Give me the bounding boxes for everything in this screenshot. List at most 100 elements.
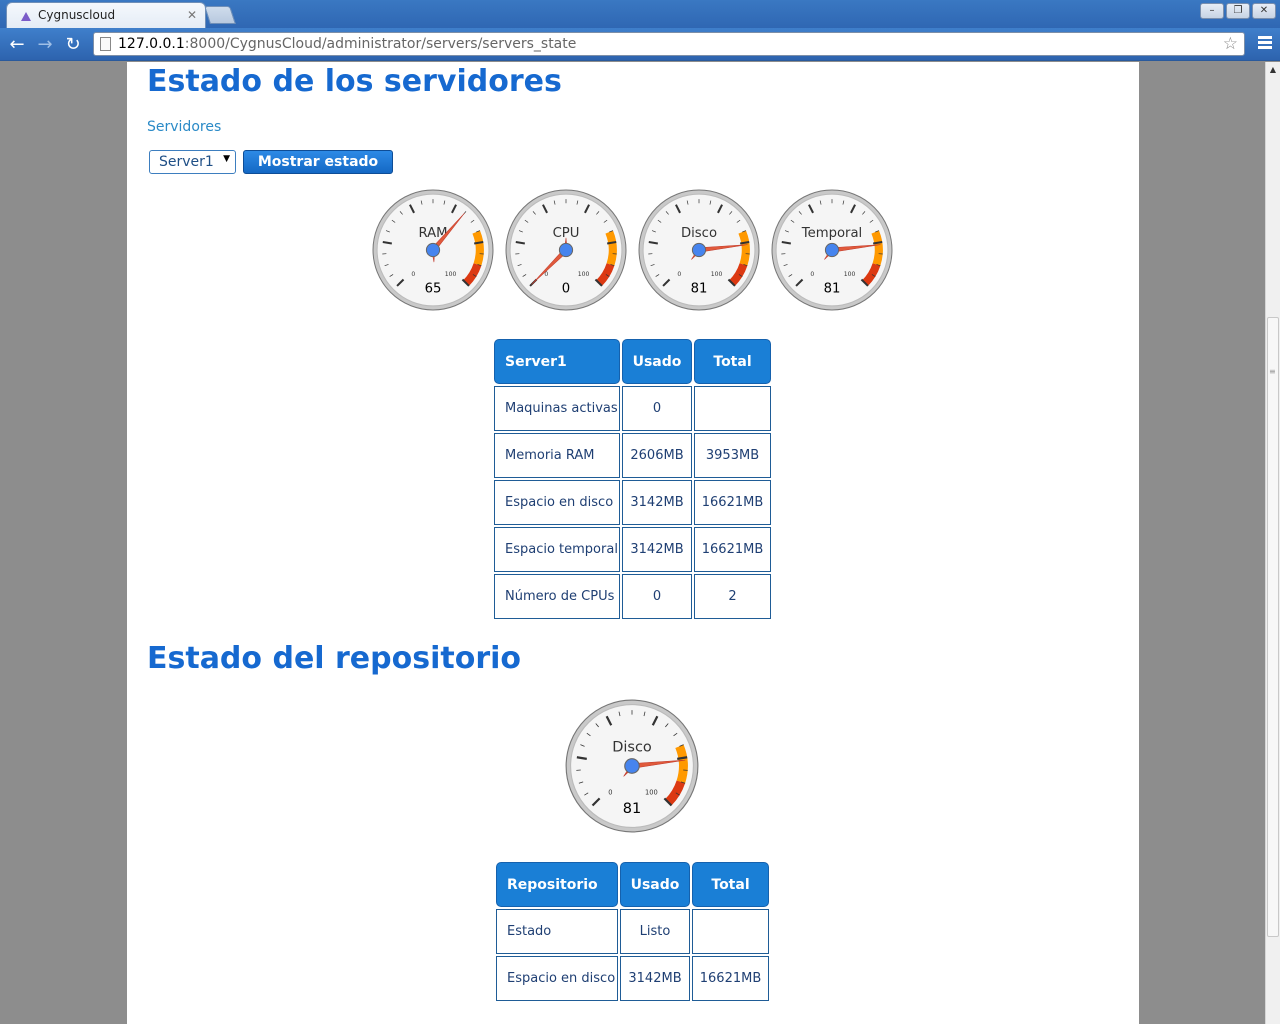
table-cell: 16621MB: [692, 956, 769, 1001]
table-row: Maquinas activas 0: [494, 386, 771, 431]
repo-title: Estado del repositorio: [147, 641, 522, 676]
gauge-min-label: 0: [411, 271, 415, 278]
gauge-max-label: 100: [645, 788, 658, 796]
gauge-tick: [873, 241, 883, 245]
table-cell: Estado: [496, 909, 618, 954]
server-select[interactable]: Server1 ▼: [149, 150, 236, 174]
new-tab-button[interactable]: [204, 6, 236, 24]
scroll-thumb[interactable]: [1267, 317, 1279, 937]
gauge-min-label: 0: [810, 271, 814, 278]
table-row: Memoria RAM 2606MB 3953MB: [494, 433, 771, 478]
gauge-value: 81: [691, 282, 708, 297]
gauge-hub: [425, 242, 441, 258]
forward-arrow-icon[interactable]: →: [34, 34, 56, 56]
gauge-temporal: Temporal 0 10081: [771, 189, 893, 311]
gauge-min-label: 0: [608, 788, 612, 796]
browser-menu-icon[interactable]: [1258, 36, 1272, 50]
gauge-label: Disco: [681, 226, 717, 241]
back-arrow-icon[interactable]: ←: [6, 34, 28, 56]
gauge-value: 65: [425, 282, 442, 297]
chevron-down-icon: ▼: [223, 154, 230, 164]
column-header: Usado: [622, 339, 692, 384]
gauge-tick: [474, 241, 484, 245]
table-row: Espacio temporal 3142MB 16621MB: [494, 527, 771, 572]
gauge-tick: [576, 756, 587, 760]
tab-close-icon[interactable]: ✕: [187, 8, 197, 22]
table-row: Número de CPUs 0 2: [494, 574, 771, 619]
repo-table: Repositorio Usado Total Estado Listo Espacio …: [494, 860, 771, 1003]
gauge-tick: [382, 241, 392, 245]
table-cell: Maquinas activas: [494, 386, 620, 431]
table-row: Espacio en disco 3142MB 16621MB: [496, 956, 769, 1001]
column-header: Server1: [494, 339, 620, 384]
gauge-value: 81: [824, 282, 841, 297]
show-state-button[interactable]: Mostrar estado: [243, 150, 393, 174]
bookmark-star-icon[interactable]: ☆: [1223, 34, 1238, 54]
close-window-button[interactable]: ✕: [1252, 3, 1276, 19]
warning-band: [675, 744, 688, 784]
page-icon: [100, 37, 111, 51]
vertical-scrollbar[interactable]: ▲ ≡: [1265, 62, 1280, 1024]
viewport: Estado de los servidores Servidores Serv…: [0, 62, 1264, 1024]
warning-band: [472, 230, 484, 266]
browser-tab[interactable]: Cygnuscloud ✕: [6, 2, 206, 28]
servers-label: Servidores: [147, 119, 222, 135]
table-cell: [692, 909, 769, 954]
gauge-disco: Disco 0 10081: [638, 189, 760, 311]
gauge-tick: [515, 241, 525, 245]
gauge-value: 0: [562, 282, 570, 297]
gauge-tick: [677, 756, 688, 760]
page-content: Estado de los servidores Servidores Serv…: [127, 62, 1139, 1024]
column-header: Total: [692, 862, 769, 907]
table-cell: 2606MB: [622, 433, 692, 478]
table-cell: 16621MB: [694, 527, 771, 572]
gauge-ram: RAM0 10065: [372, 189, 494, 311]
browser-titlebar: Cygnuscloud ✕ – ❐ ✕: [0, 0, 1280, 28]
table-cell: Listo: [620, 909, 690, 954]
warning-band: [605, 230, 617, 266]
table-cell: 3142MB: [622, 527, 692, 572]
table-cell: Espacio en disco: [496, 956, 618, 1001]
table-cell: 0: [622, 386, 692, 431]
gauge-label: Disco: [612, 739, 652, 755]
warning-band: [871, 230, 883, 266]
gauge-hub: [558, 242, 574, 258]
table-cell: 16621MB: [694, 480, 771, 525]
gauge-cpu: CPU0 1000: [505, 189, 627, 311]
gauge-tick: [648, 241, 658, 245]
restore-button[interactable]: ❐: [1226, 3, 1250, 19]
scroll-up-arrow-icon[interactable]: ▲: [1266, 62, 1280, 77]
cygnus-favicon-icon: [21, 12, 31, 21]
gauge-hub: [824, 242, 840, 258]
table-row: Estado Listo: [496, 909, 769, 954]
table-cell: [694, 386, 771, 431]
gauge-tick: [781, 241, 791, 245]
table-cell: 3142MB: [622, 480, 692, 525]
gauge-max-label: 100: [578, 271, 590, 278]
gauge-disco: Disco 0 100 81: [565, 699, 699, 833]
reload-icon[interactable]: ↻: [62, 34, 84, 56]
page-title: Estado de los servidores: [147, 64, 562, 99]
address-bar[interactable]: 127.0.0.1:8000/CygnusCloud/administrator…: [93, 32, 1245, 56]
table-row: Espacio en disco 3142MB 16621MB: [494, 480, 771, 525]
gauge-max-label: 100: [844, 271, 856, 278]
gauge-hub: [691, 242, 707, 258]
gauge-min-label: 0: [677, 271, 681, 278]
table-cell: Número de CPUs: [494, 574, 620, 619]
url-host: 127.0.0.1: [118, 36, 185, 52]
url-path: :8000/CygnusCloud/administrator/servers/…: [184, 36, 577, 52]
column-header: Repositorio: [496, 862, 618, 907]
table-cell: Espacio temporal: [494, 527, 620, 572]
table-cell: Espacio en disco: [494, 480, 620, 525]
server-select-value: Server1: [159, 154, 214, 170]
column-header: Usado: [620, 862, 690, 907]
table-cell: 0: [622, 574, 692, 619]
minimize-button[interactable]: –: [1200, 3, 1224, 19]
column-header: Total: [694, 339, 771, 384]
warning-band: [738, 230, 750, 266]
table-cell: 2: [694, 574, 771, 619]
gauge-max-label: 100: [711, 271, 723, 278]
table-cell: Memoria RAM: [494, 433, 620, 478]
gauge-value: 81: [623, 801, 641, 817]
scroll-grip-icon: ≡: [1269, 367, 1276, 376]
